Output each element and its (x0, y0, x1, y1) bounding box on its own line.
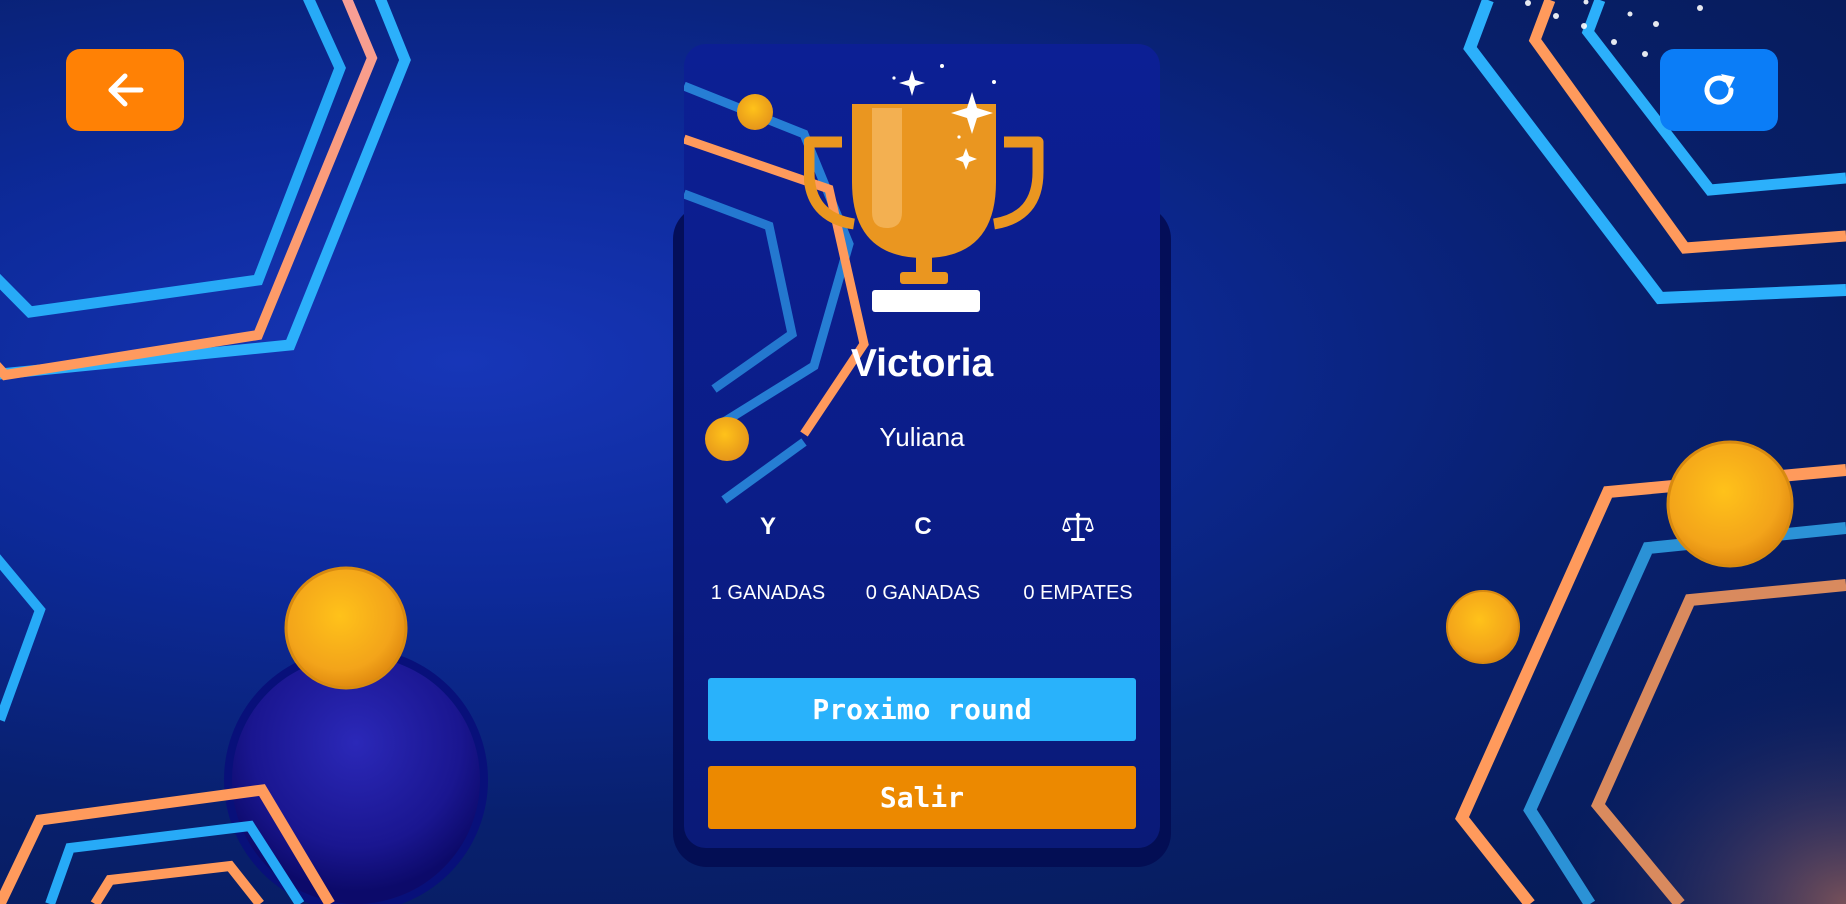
winner-name: Yuliana (879, 422, 965, 452)
player1-wins: 1 GANADAS (710, 582, 826, 604)
restart-button[interactable] (1660, 49, 1778, 131)
trophy-icon (804, 64, 1044, 312)
player2-label: C (914, 513, 932, 540)
player1-score: Y 1 GANADAS (698, 506, 838, 605)
restart-icon (1704, 74, 1735, 105)
result-title: Victoria (850, 342, 994, 385)
next-round-button[interactable]: Proximo round (708, 678, 1136, 741)
arrow-left-icon (108, 73, 144, 107)
draws-score: 0 EMPATES (1008, 506, 1148, 605)
back-button[interactable] (66, 49, 184, 131)
player2-wins: 0 GANADAS (865, 582, 981, 604)
draws-count: 0 EMPATES (1023, 582, 1133, 604)
player2-score: C 0 GANADAS (853, 506, 993, 605)
result-card: Victoria Yuliana Y 1 GANADAS C 0 GANADAS (684, 44, 1160, 848)
player1-label: Y (759, 513, 776, 540)
draws-header (1061, 506, 1095, 548)
scoreboard: Y 1 GANADAS C 0 GANADAS 0 EMPATES (698, 506, 1148, 605)
scale-icon (1062, 512, 1094, 541)
exit-button[interactable]: Salir (708, 766, 1136, 829)
